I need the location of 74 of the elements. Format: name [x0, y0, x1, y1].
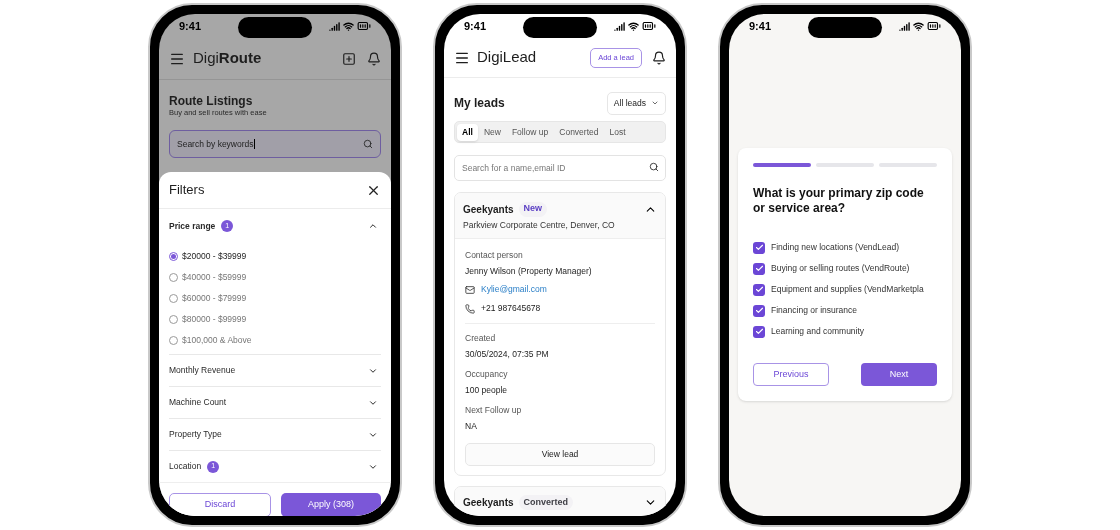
price-option[interactable]: $60000 - $79999: [169, 288, 381, 309]
next-button[interactable]: Next: [861, 363, 937, 386]
filter-section-header[interactable]: Machine Count: [169, 387, 381, 418]
leads-dropdown[interactable]: All leads: [606, 91, 666, 115]
status-tag: Converted: [518, 495, 574, 511]
price-option[interactable]: $20000 - $39999: [169, 246, 381, 267]
wifi-icon: [913, 20, 924, 32]
search-field[interactable]: Search by keywords: [169, 130, 381, 158]
apply-button[interactable]: Apply (308): [281, 493, 381, 516]
field-label: Next Follow up: [465, 403, 523, 417]
filter-tab[interactable]: Converted: [554, 123, 604, 141]
collapse-icon[interactable]: [368, 221, 378, 231]
field-label: Contact person: [465, 248, 524, 262]
phone-icon: [465, 303, 475, 314]
lead-name: Geekyants: [463, 202, 514, 217]
wifi-icon: [628, 20, 639, 32]
price-option[interactable]: $40000 - $59999: [169, 267, 381, 288]
checkbox[interactable]: [753, 283, 765, 296]
battery-icon: [357, 19, 371, 33]
signal-icon: [899, 20, 910, 32]
price-option[interactable]: $100,000 & Above: [169, 330, 381, 351]
page-title: My leads: [454, 95, 505, 112]
wifi-icon: [343, 20, 354, 32]
email-link[interactable]: Kylie@gmail.com: [481, 283, 547, 297]
notification-icon[interactable]: [367, 51, 381, 66]
mail-icon: [465, 284, 475, 295]
search-icon[interactable]: [363, 139, 373, 149]
lead-name: Geekyants: [463, 496, 514, 511]
filter-tab[interactable]: All: [457, 123, 478, 141]
status-tag: New: [518, 201, 548, 217]
filter-tab[interactable]: Lost: [604, 123, 631, 141]
option-label: Buying or selling routes (VendRoute): [771, 262, 910, 275]
option-label: Finding new locations (VendLead): [771, 241, 900, 254]
checkbox[interactable]: [753, 262, 765, 275]
signal-icon: [614, 20, 625, 32]
search-icon[interactable]: [649, 162, 659, 172]
signal-icon: [329, 20, 340, 32]
status-time: 9:41: [749, 18, 772, 34]
caret-icon: [651, 99, 659, 107]
radio-button[interactable]: [169, 252, 178, 261]
field-value: NA: [465, 419, 478, 433]
search-field[interactable]: Search for a name,email ID: [454, 155, 666, 181]
page-title: Route Listings: [169, 94, 254, 108]
contact-name: Jenny Wilson (Property Manager): [465, 264, 593, 278]
field-value: 30/05/2024, 07:35 PM: [465, 347, 550, 361]
checkbox[interactable]: [753, 241, 765, 254]
filter-tab[interactable]: Follow up: [506, 123, 554, 141]
status-time: 9:41: [179, 18, 202, 34]
field-label: Occupancy: [465, 367, 509, 381]
notification-icon[interactable]: [652, 50, 666, 65]
filter-tab[interactable]: New: [478, 123, 506, 141]
field-label: Created: [465, 331, 497, 345]
filter-section-header[interactable]: Property Type: [169, 419, 381, 450]
app-title: DigiRoute: [193, 48, 262, 69]
sheet-title: Filters: [169, 181, 205, 200]
view-lead-button[interactable]: View lead: [465, 442, 655, 466]
question-text: What is your primary zip code or service area?: [753, 186, 925, 216]
filter-section-header[interactable]: Monthly Revenue: [169, 355, 381, 386]
previous-button[interactable]: Previous: [753, 363, 829, 386]
battery-icon: [642, 19, 656, 33]
battery-icon: [927, 19, 941, 33]
checkbox[interactable]: [753, 304, 765, 317]
add-icon[interactable]: [342, 51, 356, 66]
option-label: Equipment and supplies (VendMarketpla: [771, 283, 924, 296]
price-option[interactable]: $80000 - $99999: [169, 309, 381, 330]
status-time: 9:41: [464, 18, 487, 34]
lead-address: Parkview Corporate Centre, Denver, CO: [463, 219, 616, 232]
app-title: DigiLead: [477, 47, 537, 68]
checkbox[interactable]: [753, 325, 765, 338]
phone-number: +21 987645678: [481, 302, 541, 316]
discard-button[interactable]: Discard: [169, 493, 271, 516]
option-label: Financing or insurance: [771, 304, 857, 317]
field-value: 100 people: [465, 383, 509, 397]
option-label: Learning and community: [771, 325, 865, 338]
